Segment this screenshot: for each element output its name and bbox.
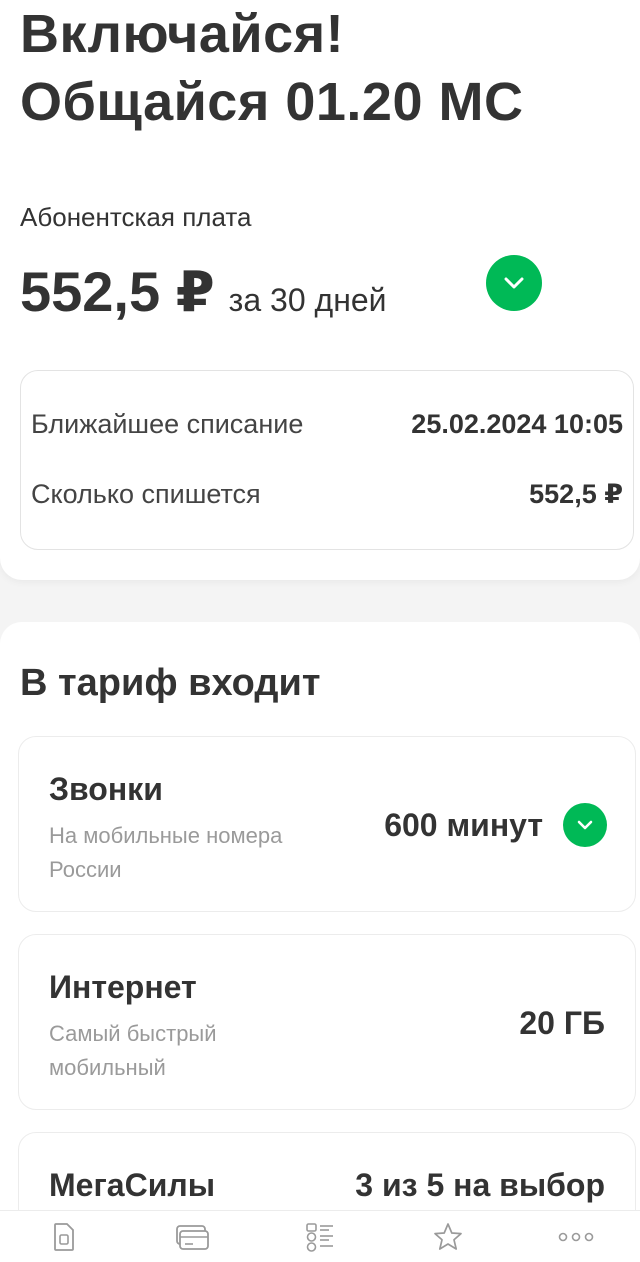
feature-internet[interactable]: Интернет Самый быстрый мобильный 20 ГБ — [18, 934, 636, 1110]
star-icon — [434, 1222, 462, 1250]
feature-value: 3 из 5 на выбор — [355, 1167, 605, 1203]
includes-title: В тариф входит — [20, 662, 321, 704]
tariff-title-line-2: Общайся 01.20 МС — [20, 72, 524, 132]
feature-name: Звонки — [49, 771, 163, 807]
charge-amount-row: Сколько спишется 552,5 ₽ — [31, 479, 623, 510]
tariff-includes-card: В тариф входит Звонки На мобильные номер… — [0, 622, 640, 1262]
feature-calls[interactable]: Звонки На мобильные номера России 600 ми… — [18, 736, 636, 912]
feature-value: 600 минут — [384, 807, 543, 843]
charge-info-box: Ближайшее списание 25.02.2024 10:05 Скол… — [20, 370, 634, 550]
expand-fee-button[interactable] — [486, 255, 542, 311]
more-icon — [558, 1232, 594, 1241]
feature-name: МегаСилы — [49, 1167, 216, 1203]
feature-name: Интернет — [49, 969, 197, 1005]
wallet-icon — [176, 1224, 209, 1250]
bottom-navigation — [0, 1210, 640, 1262]
sim-icon — [54, 1222, 74, 1251]
tariff-header-card: Включайся! Общайся 01.20 МС Абонентская … — [0, 0, 640, 580]
services-list-icon — [306, 1222, 333, 1252]
chevron-down-icon — [504, 277, 524, 289]
nav-more[interactable] — [546, 1215, 606, 1259]
nav-favorites[interactable] — [418, 1215, 478, 1259]
charge-amount-value: 552,5 ₽ — [529, 479, 623, 509]
nav-wallet[interactable] — [162, 1215, 222, 1259]
feature-description: На мобильные номера России — [49, 823, 283, 882]
subscription-price: 552,5 ₽ — [20, 260, 215, 323]
subscription-period: за 30 дней — [228, 282, 387, 318]
next-charge-row: Ближайшее списание 25.02.2024 10:05 — [31, 409, 623, 440]
charge-amount-label: Сколько спишется — [31, 479, 261, 509]
chevron-down-icon — [577, 820, 593, 830]
next-charge-date: 25.02.2024 10:05 — [411, 409, 623, 439]
subscription-fee: 552,5 ₽ за 30 дней — [20, 252, 387, 332]
feature-value: 20 ГБ — [519, 1005, 605, 1041]
feature-description: Самый быстрый мобильный — [49, 1021, 217, 1080]
next-charge-label: Ближайшее списание — [31, 409, 304, 439]
nav-services[interactable] — [290, 1215, 350, 1259]
expand-calls-button[interactable] — [563, 803, 607, 847]
tariff-title-line-1: Включайся! — [20, 4, 345, 64]
tariff-title: Включайся! Общайся 01.20 МС — [20, 0, 523, 136]
nav-sim[interactable] — [34, 1215, 94, 1259]
subscription-fee-label: Абонентская плата — [20, 202, 252, 232]
